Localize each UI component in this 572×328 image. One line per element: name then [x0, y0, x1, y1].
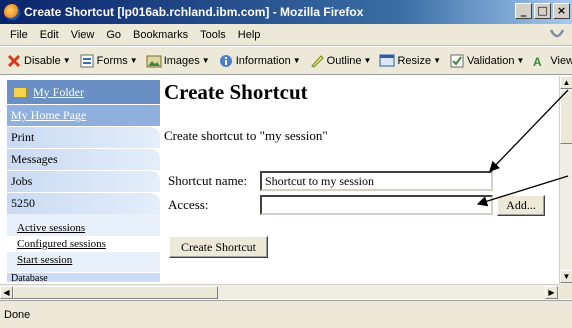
close-button[interactable]: ×: [553, 3, 570, 19]
firefox-icon: [4, 4, 20, 20]
toolbar-outline[interactable]: Outline ▼: [309, 53, 372, 69]
toolbar-resize-label: Resize: [397, 54, 432, 67]
images-icon: [146, 55, 162, 67]
menu-go[interactable]: Go: [100, 29, 127, 41]
scroll-right-arrow-icon[interactable]: ▶: [545, 286, 558, 299]
window-controls: _ □ ×: [515, 3, 570, 19]
scroll-up-arrow-icon[interactable]: ▲: [560, 76, 572, 89]
scroll-down-arrow-icon[interactable]: ▼: [560, 270, 572, 283]
toolbar-disable-label: Disable: [24, 54, 61, 67]
toolbar-images-label: Images: [163, 54, 200, 67]
sidebar-my-folder[interactable]: My Folder: [7, 80, 160, 104]
sidebar-navigation: My Folder My Home Page Print Messages Jo…: [7, 80, 160, 282]
window-titlebar[interactable]: Create Shortcut [lp016ab.rchland.ibm.com…: [0, 0, 572, 24]
sidebar-item-5250[interactable]: 5250: [7, 192, 160, 214]
sidebar-5250-submenu: Active sessions Configured sessions Star…: [7, 214, 160, 272]
web-developer-toolbar: Disable ▼ Forms ▼ Images ▼ Information ▼: [0, 47, 572, 75]
shortcut-name-label: Shortcut name:: [168, 173, 248, 188]
sidebar-item-messages[interactable]: Messages: [7, 148, 160, 170]
vertical-scroll-thumb[interactable]: [560, 90, 572, 144]
disable-icon: [7, 54, 21, 67]
create-shortcut-button[interactable]: Create Shortcut: [169, 236, 268, 258]
sidebar-link-start-session[interactable]: Start session: [17, 252, 160, 268]
page-content: My Folder My Home Page Print Messages Jo…: [0, 76, 572, 284]
sidebar-item-jobs[interactable]: Jobs: [7, 170, 160, 192]
dropdown-arrow-icon: ▼: [201, 56, 210, 65]
svg-text:A: A: [533, 55, 542, 69]
scrollbar-corner: [559, 284, 572, 299]
toolbar-disable[interactable]: Disable ▼: [6, 53, 71, 69]
access-label: Access:: [168, 197, 209, 212]
view-source-icon: A: [533, 55, 542, 69]
dropdown-arrow-icon: ▼: [363, 56, 372, 65]
page-title: Create Shortcut: [164, 80, 308, 104]
dropdown-arrow-icon: ▼: [62, 56, 71, 65]
toolbar-forms-label: Forms: [96, 54, 128, 67]
status-text: Done: [4, 308, 31, 321]
sidebar-item-print[interactable]: Print: [7, 126, 160, 148]
scroll-left-arrow-icon[interactable]: ◀: [0, 286, 13, 299]
dropdown-arrow-icon: ▼: [129, 56, 138, 65]
sidebar-link-configured-sessions[interactable]: Configured sessions: [7, 236, 160, 252]
menu-help[interactable]: Help: [232, 29, 267, 41]
minimize-button[interactable]: _: [515, 3, 532, 19]
toolbar-outline-label: Outline: [326, 54, 362, 67]
dropdown-arrow-icon: ▼: [516, 56, 525, 65]
dropdown-arrow-icon: ▼: [433, 56, 441, 65]
dropdown-arrow-icon: ▼: [292, 56, 301, 65]
menu-bookmarks[interactable]: Bookmarks: [127, 29, 194, 41]
shortcut-name-input[interactable]: Shortcut to my session: [260, 171, 493, 191]
sidebar-my-home-page-label: My Home Page: [11, 108, 87, 122]
forms-icon: [80, 54, 94, 67]
sidebar-link-active-sessions[interactable]: Active sessions: [17, 220, 160, 236]
menu-tools[interactable]: Tools: [194, 29, 232, 41]
sidebar-my-folder-label: My Folder: [33, 84, 84, 99]
horizontal-scroll-thumb[interactable]: [13, 286, 218, 299]
toolbar-forms[interactable]: Forms ▼: [79, 53, 138, 69]
sidebar-item-database[interactable]: Database: [7, 272, 160, 282]
vertical-scrollbar[interactable]: ▲ ▼: [559, 76, 572, 284]
access-input[interactable]: [260, 195, 493, 215]
toolbar-validation-label: Validation: [466, 54, 515, 67]
sidebar-my-home-page[interactable]: My Home Page: [7, 104, 160, 126]
information-icon: [219, 54, 232, 67]
maximize-button[interactable]: □: [534, 3, 551, 19]
resize-icon: [379, 54, 395, 66]
validation-icon: [450, 54, 464, 67]
toolbar-images[interactable]: Images ▼: [146, 53, 210, 69]
horizontal-scrollbar[interactable]: ◀ ▶: [0, 284, 559, 299]
menu-bar: File Edit View Go Bookmarks Tools Help: [0, 24, 572, 46]
toolbar-information[interactable]: Information ▼: [218, 53, 301, 69]
menu-file[interactable]: File: [4, 29, 34, 41]
menu-edit[interactable]: Edit: [34, 29, 65, 41]
toolbar-view-source-label: View: [550, 54, 572, 67]
window-title: Create Shortcut [lp016ab.rchland.ibm.com…: [24, 5, 364, 19]
toolbar-validation[interactable]: Validation ▼: [449, 53, 524, 69]
folder-icon: [13, 86, 27, 98]
main-panel: Create Shortcut Create shortcut to "my s…: [164, 76, 559, 284]
throbber-icon: [549, 29, 565, 38]
page-description: Create shortcut to "my session": [164, 128, 328, 143]
status-bar: Done: [0, 300, 572, 328]
menu-view[interactable]: View: [65, 29, 101, 41]
add-button[interactable]: Add...: [497, 195, 545, 216]
outline-icon: [310, 54, 324, 68]
toolbar-view-source[interactable]: A View: [532, 53, 572, 69]
toolbar-resize[interactable]: Resize ▼: [379, 53, 441, 69]
toolbar-information-label: Information: [235, 54, 291, 67]
